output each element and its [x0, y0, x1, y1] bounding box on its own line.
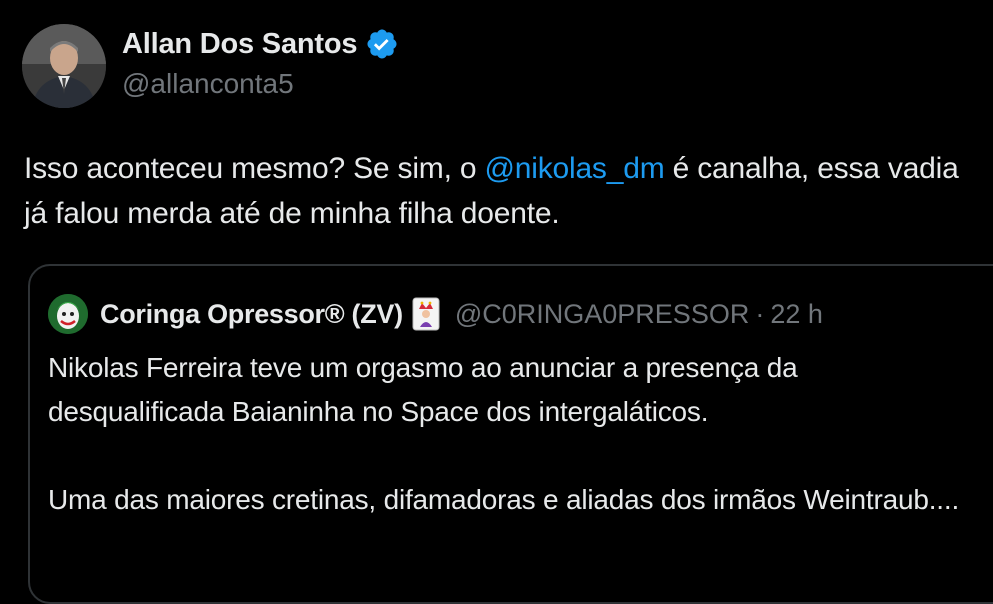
author-handle[interactable]: @allanconta5 — [122, 68, 399, 100]
quoted-tweet-card[interactable]: Coringa Opressor® (ZV) @C0RINGA0PRESSOR … — [28, 264, 993, 604]
avatar-photo — [22, 24, 106, 108]
quote-author-avatar[interactable] — [48, 294, 88, 334]
mention-link[interactable]: @nikolas_dm — [484, 152, 664, 185]
tweet-text: Isso aconteceu mesmo? Se sim, o @nikolas… — [24, 146, 989, 236]
verified-badge-icon[interactable] — [365, 27, 399, 61]
quote-timestamp[interactable]: 22 h — [770, 299, 823, 330]
quote-separator: · — [755, 298, 765, 329]
author-avatar[interactable] — [22, 24, 106, 108]
quote-header: Coringa Opressor® (ZV) @C0RINGA0PRESSOR … — [48, 292, 823, 336]
joker-card-icon — [411, 297, 441, 331]
tweet: Allan Dos Santos @allanconta5 Isso acont… — [0, 0, 993, 604]
quote-body: Nikolas Ferreira teve um orgasmo ao anun… — [48, 346, 978, 522]
joker-avatar-image — [48, 294, 88, 334]
author-name[interactable]: Allan Dos Santos — [122, 28, 357, 61]
author-info: Allan Dos Santos @allanconta5 — [122, 24, 399, 100]
quote-paragraph: Uma das maiores cretinas, difamadoras e … — [48, 484, 960, 515]
author-name-row: Allan Dos Santos — [122, 24, 399, 64]
tweet-text-before: Isso aconteceu mesmo? Se sim, o — [24, 152, 485, 185]
quote-author-name[interactable]: Coringa Opressor® (ZV) — [100, 299, 403, 330]
quote-paragraph: Nikolas Ferreira teve um orgasmo ao anun… — [48, 352, 798, 427]
quote-author-handle[interactable]: @C0RINGA0PRESSOR — [455, 299, 749, 330]
